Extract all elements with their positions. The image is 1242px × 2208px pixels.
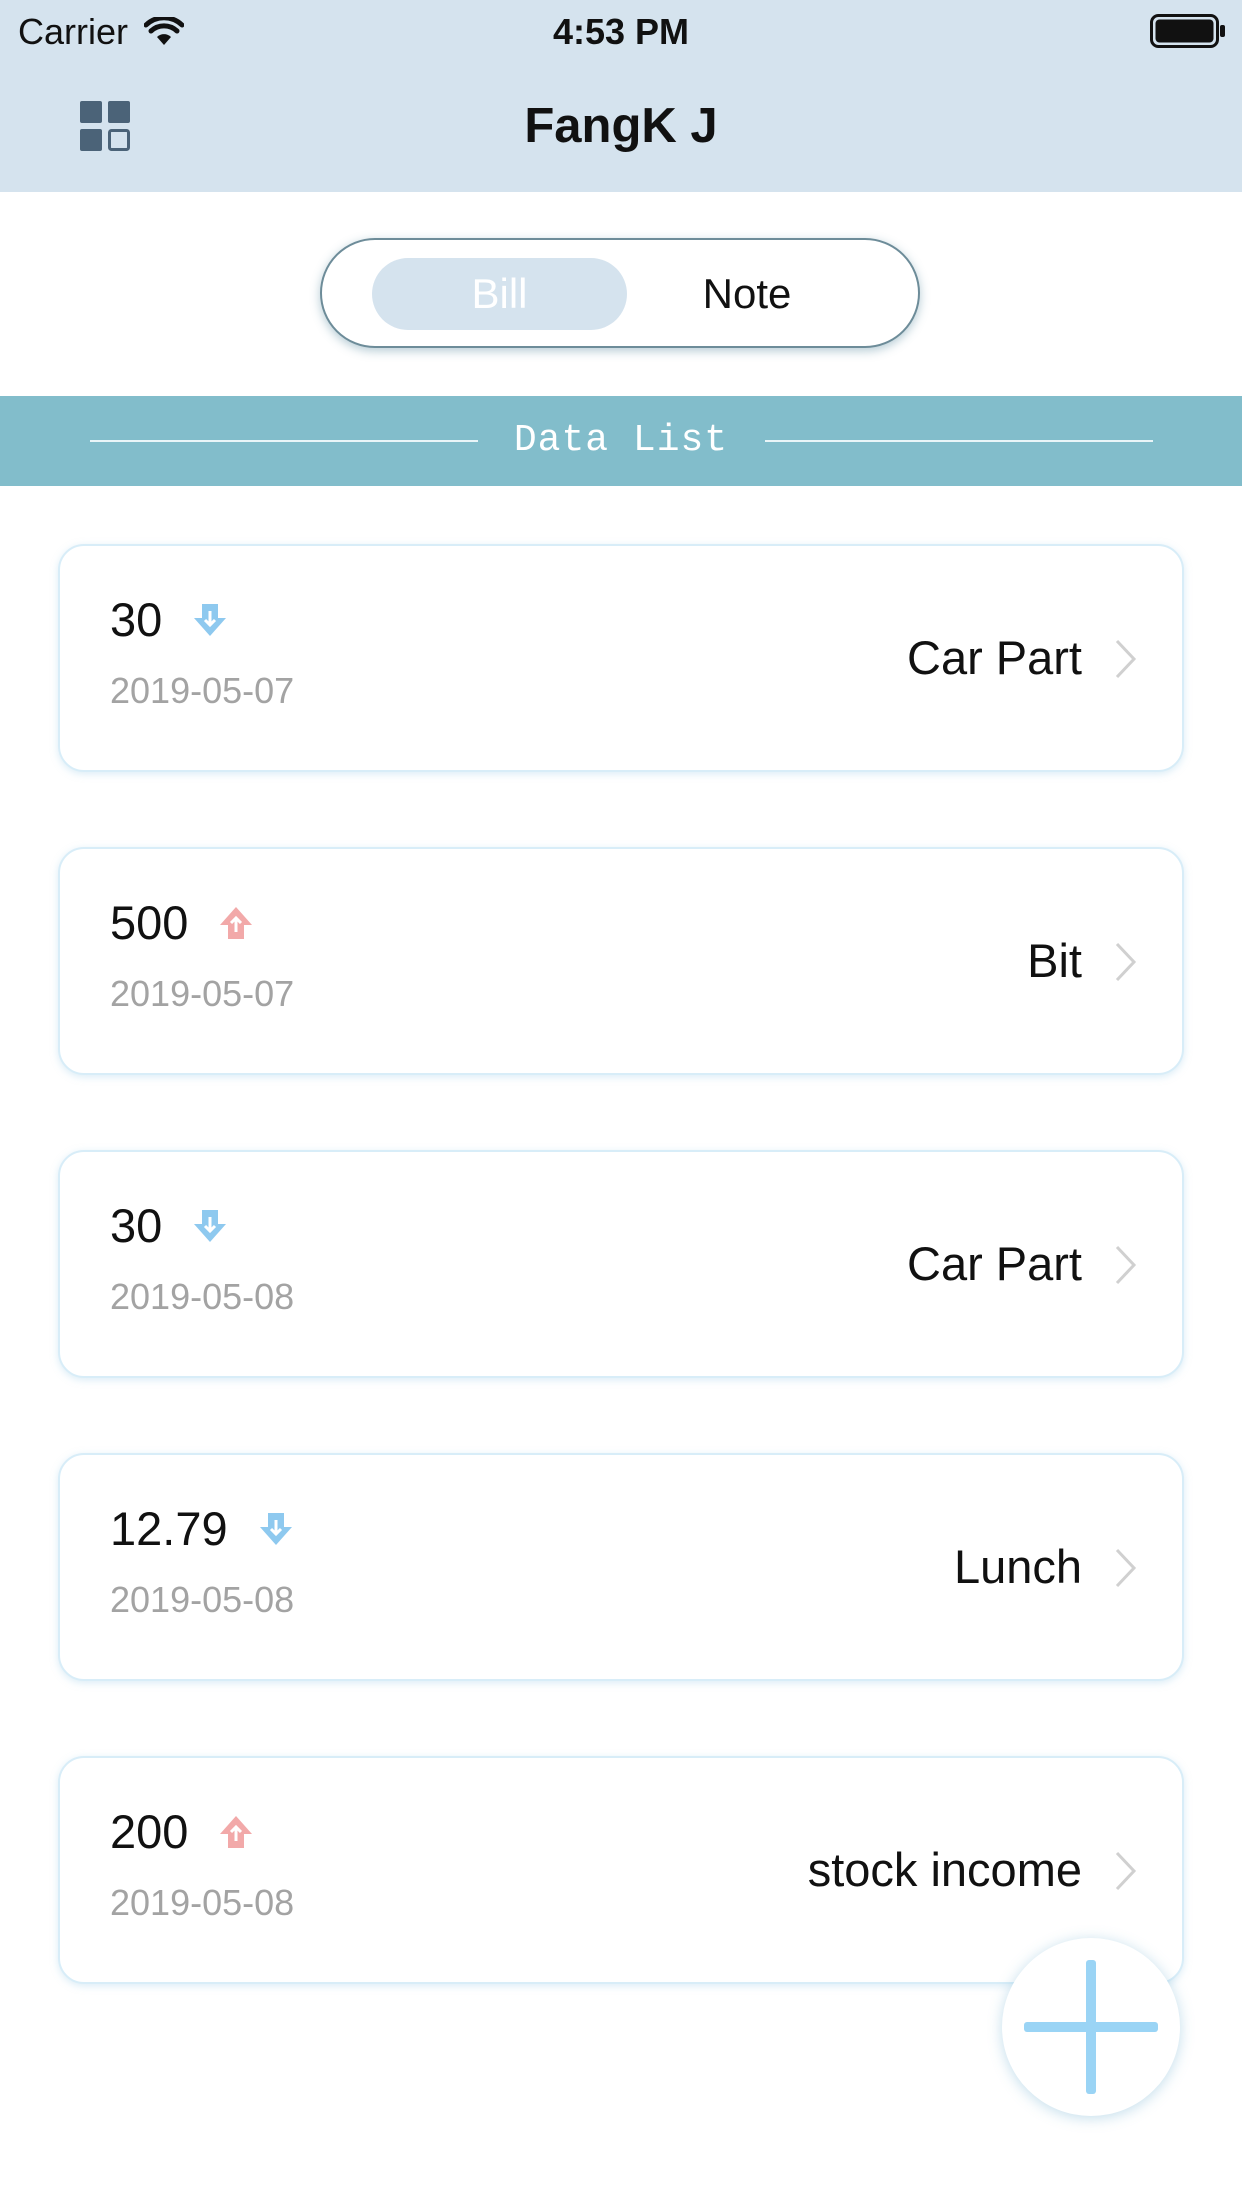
income-up-arrow-icon <box>220 1815 253 1848</box>
record-card[interactable]: 12.79 2019-05-08 Lunch <box>58 1453 1184 1681</box>
chevron-right-icon <box>1115 1851 1137 1891</box>
chevron-right-icon <box>1115 942 1137 982</box>
top-bar: Carrier 4:53 PM FangK J <box>0 0 1242 192</box>
expense-down-arrow-icon <box>259 1512 292 1545</box>
expense-down-arrow-icon <box>194 603 227 636</box>
section-header: Data List <box>0 396 1242 486</box>
record-date: 2019-05-08 <box>110 1579 295 1620</box>
segment-bill[interactable]: Bill <box>372 258 627 330</box>
record-card[interactable]: 30 2019-05-07 Car Part <box>58 544 1184 772</box>
chevron-right-icon <box>1115 1548 1137 1588</box>
expense-down-arrow-icon <box>194 1209 227 1242</box>
record-category: stock income <box>807 1843 1082 1896</box>
record-category: Car Part <box>907 1237 1082 1290</box>
record-date: 2019-05-07 <box>110 670 295 711</box>
chevron-right-icon <box>1115 1245 1137 1285</box>
record-category: Car Part <box>907 631 1082 684</box>
add-record-button[interactable] <box>1002 1938 1180 2116</box>
record-card[interactable]: 500 2019-05-07 Bit <box>58 847 1184 1075</box>
record-card[interactable]: 200 2019-05-08 stock income <box>58 1756 1184 1984</box>
amount-value: 30 <box>110 593 163 646</box>
record-amount: 500 <box>110 895 254 950</box>
bill-note-toggle: Bill Note <box>320 238 920 348</box>
chevron-right-icon <box>1115 639 1137 679</box>
record-amount: 12.79 <box>110 1501 294 1556</box>
record-amount: 30 <box>110 1198 228 1253</box>
record-card[interactable]: 30 2019-05-08 Car Part <box>58 1150 1184 1378</box>
record-category: Bit <box>1027 934 1082 987</box>
segment-note[interactable]: Note <box>647 258 847 330</box>
record-category: Lunch <box>953 1540 1082 1593</box>
record-date: 2019-05-08 <box>110 1882 295 1923</box>
record-amount: 200 <box>110 1804 254 1859</box>
amount-value: 500 <box>110 896 189 949</box>
amount-value: 200 <box>110 1805 189 1858</box>
income-up-arrow-icon <box>220 906 253 939</box>
status-time: 4:53 PM <box>552 11 690 52</box>
record-date: 2019-05-08 <box>110 1276 295 1317</box>
amount-value: 30 <box>110 1199 163 1252</box>
plus-icon <box>1024 1960 1158 2094</box>
amount-value: 12.79 <box>110 1502 228 1555</box>
record-date: 2019-05-07 <box>110 973 295 1014</box>
battery-icon <box>1150 14 1225 48</box>
section-title: Data List <box>513 419 729 462</box>
record-amount: 30 <box>110 592 228 647</box>
page-title: FangK J <box>524 99 718 153</box>
